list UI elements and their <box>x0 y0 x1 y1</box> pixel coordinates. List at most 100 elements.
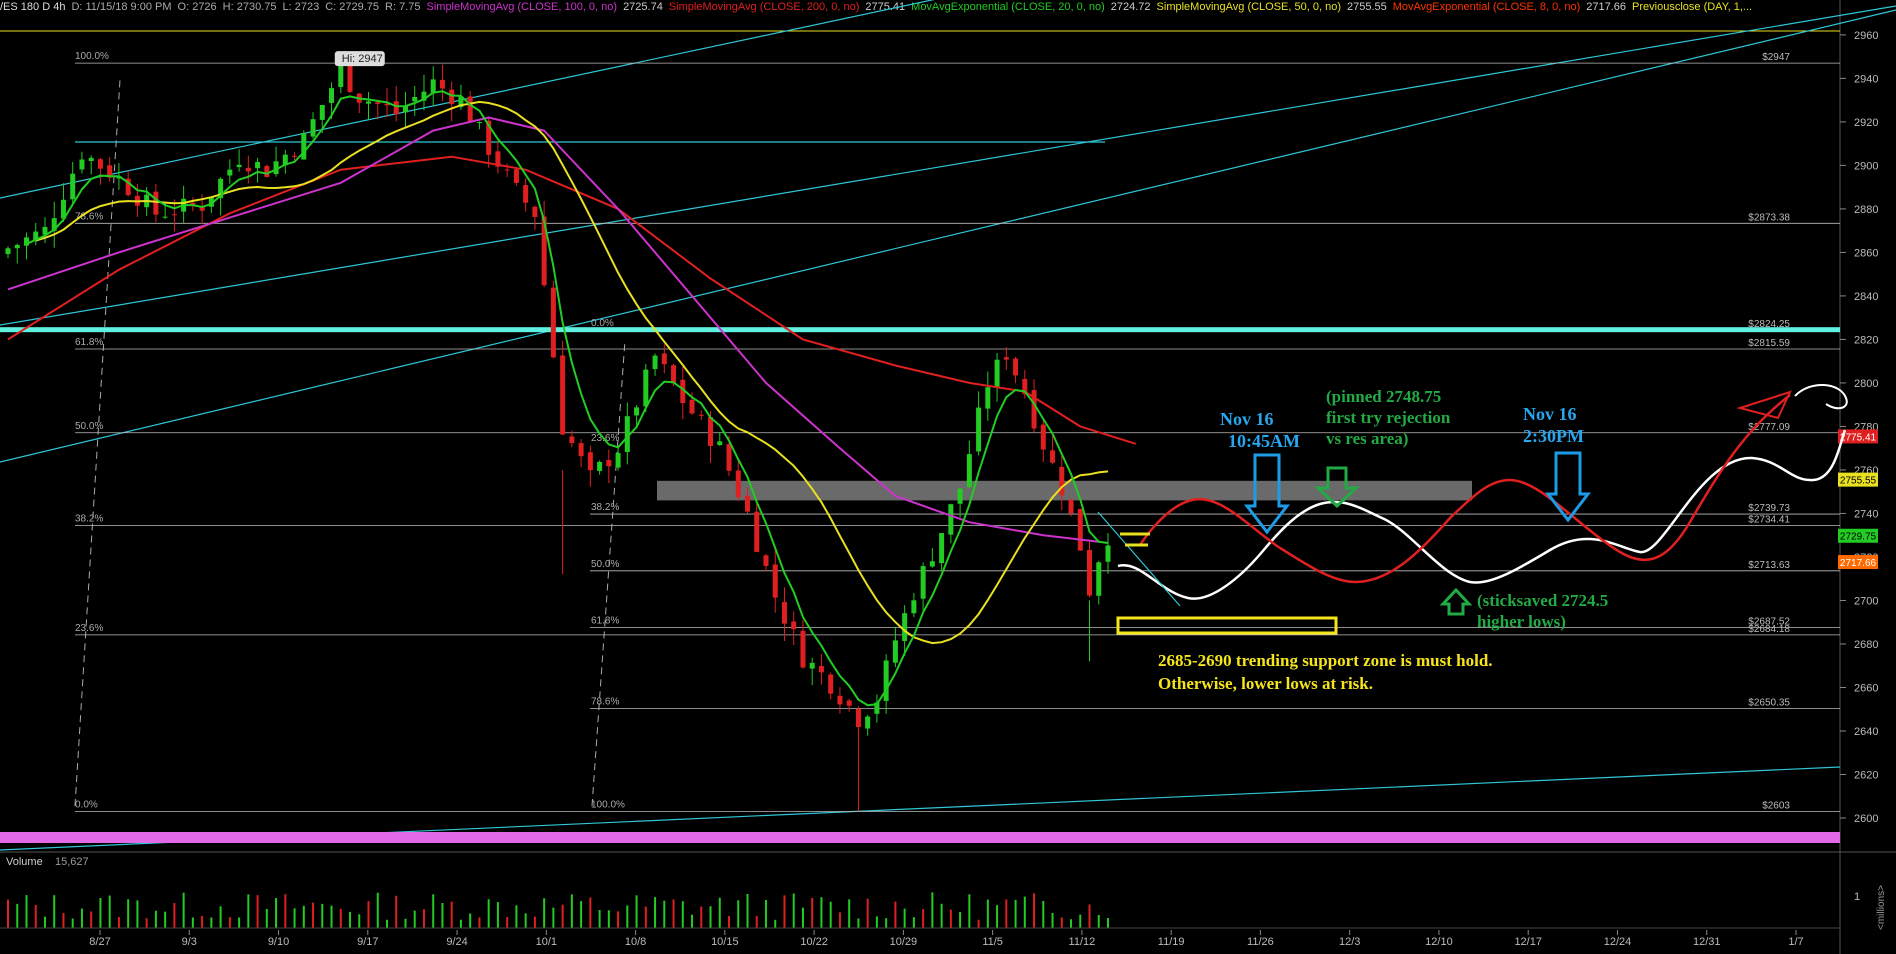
candle-body <box>1068 499 1074 514</box>
y-tick-label: 2740 <box>1854 508 1878 520</box>
fib-label: 0.0% <box>75 799 98 810</box>
candle-body <box>708 417 714 446</box>
x-tick-label: 10/1 <box>536 936 557 948</box>
level-label: $2713.63 <box>1748 560 1790 571</box>
fib-label: 100.0% <box>591 799 625 810</box>
high-bubble-label: Hi: 2947 <box>342 53 383 65</box>
price-flag-label: 2775.41 <box>1840 432 1877 443</box>
candle-body <box>504 169 510 171</box>
candle-body <box>902 613 908 641</box>
x-tick-label: 9/17 <box>357 936 378 948</box>
candle-body <box>5 248 11 255</box>
candle-body <box>791 621 797 630</box>
fib-label: 78.6% <box>591 696 619 707</box>
y-tick-label: 2680 <box>1854 639 1878 651</box>
annotation-text: Nov 16 <box>1523 404 1577 424</box>
fib-label: 61.8% <box>591 616 619 627</box>
candle-body <box>883 660 889 701</box>
candle-body <box>920 566 926 599</box>
price-flag-label: 2729.75 <box>1840 532 1877 543</box>
candle-body <box>855 708 861 728</box>
y-tick-label: 2660 <box>1854 682 1878 694</box>
fib-label: 38.2% <box>75 514 103 525</box>
x-tick-label: 11/5 <box>982 936 1003 948</box>
candle-body <box>338 64 344 87</box>
candle-body <box>615 453 621 468</box>
x-tick-label: 9/10 <box>268 936 289 948</box>
down-arrow-icon <box>1544 451 1592 523</box>
candle-body <box>171 214 177 216</box>
key-resistance-band <box>0 327 1840 333</box>
y-tick-label: 2960 <box>1854 30 1878 42</box>
volume-tick-label: 1 <box>1854 891 1860 903</box>
candle-body <box>735 470 741 498</box>
channel-line <box>0 9 1896 463</box>
level-label: $2734.41 <box>1748 515 1790 526</box>
candle-body <box>523 185 529 203</box>
fib-label: 50.0% <box>591 559 619 570</box>
y-tick-label: 2880 <box>1854 204 1878 216</box>
x-tick-label: 11/12 <box>1069 936 1096 948</box>
candle-body <box>643 369 649 407</box>
candle-body <box>828 674 834 694</box>
price-flag-label: 2717.66 <box>1840 558 1877 569</box>
y-tick-label: 2640 <box>1854 726 1878 738</box>
x-tick-label: 12/31 <box>1693 936 1721 948</box>
candle-body <box>754 511 760 552</box>
x-tick-label: 12/3 <box>1339 936 1360 948</box>
level-label: $2815.59 <box>1748 338 1790 349</box>
candle-body <box>301 132 307 160</box>
candle-body <box>319 104 325 120</box>
x-tick-label: 10/22 <box>800 936 828 948</box>
candle-body <box>948 504 954 535</box>
y-tick-label: 2920 <box>1854 117 1878 129</box>
candle-body <box>1096 562 1102 596</box>
red-arrowhead <box>1736 390 1792 420</box>
candle-body <box>430 79 436 93</box>
candle-body <box>14 244 20 249</box>
volume-title: Volume <box>6 856 43 868</box>
annotation-text: Otherwise, lower lows at risk. <box>1158 674 1373 693</box>
candle-body <box>245 167 251 172</box>
y-tick-label: 2900 <box>1854 160 1878 172</box>
candle-body <box>652 355 658 370</box>
price-chart[interactable]: 2960294029202900288028602840282028002780… <box>0 0 1896 954</box>
candle-body <box>329 88 335 103</box>
candle-body <box>929 561 935 567</box>
candle-body <box>88 157 94 161</box>
fib-label: 50.0% <box>75 421 103 432</box>
candle-body <box>467 96 473 123</box>
candle-body <box>763 555 769 566</box>
candle-body <box>985 387 991 409</box>
candle-body <box>23 237 29 246</box>
annotation-text: 2:30PM <box>1523 426 1584 446</box>
candle-body <box>1003 357 1009 360</box>
fib-label: 23.6% <box>75 623 103 634</box>
x-tick-label: 9/3 <box>182 936 197 948</box>
candle-body <box>800 630 806 668</box>
candle-body <box>236 164 242 168</box>
candle-body <box>1059 466 1065 496</box>
candle-body <box>865 716 871 729</box>
candle-body <box>347 61 353 92</box>
level-label: $2947 <box>1762 52 1790 63</box>
candle-body <box>846 700 852 706</box>
level-label: $2873.38 <box>1748 212 1790 223</box>
y-tick-label: 2820 <box>1854 334 1878 346</box>
fib-anchor-mid <box>591 339 626 807</box>
x-tick-label: 10/8 <box>625 936 646 948</box>
candle-body <box>412 96 418 102</box>
candle-body <box>726 444 732 471</box>
bottom-band <box>0 832 1840 843</box>
y-tick-label: 2840 <box>1854 291 1878 303</box>
y-tick-label: 2860 <box>1854 247 1878 259</box>
annotation-text: first try rejection <box>1326 408 1451 427</box>
candle-body <box>661 353 667 365</box>
candle-body <box>597 461 603 471</box>
candle-body <box>1077 509 1083 551</box>
x-tick-label: 12/17 <box>1514 936 1542 948</box>
fib-label: 23.6% <box>591 433 619 444</box>
candle-body <box>892 640 898 663</box>
candle-body <box>976 407 982 452</box>
candle-body <box>994 359 1000 388</box>
